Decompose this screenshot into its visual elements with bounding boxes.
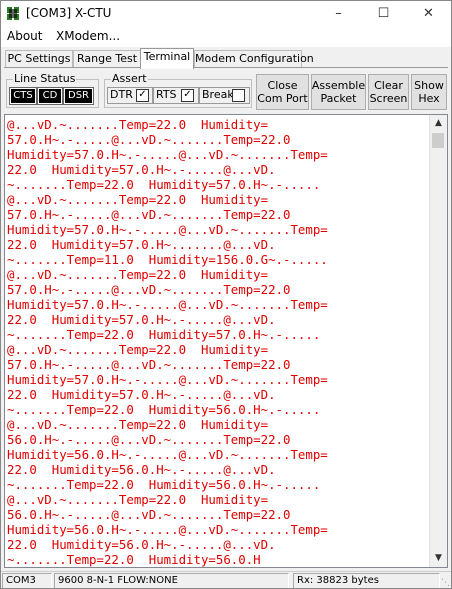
terminal-line: 56.0.H~.-.....@...vD.~.......Temp=22.0 (7, 507, 291, 522)
terminal-line: 22.0 Humidity=57.0.H~.-.....@...vD. (7, 387, 276, 402)
cts-indicator: CTS (9, 87, 37, 105)
terminal-line: 22.0 Humidity=57.0.H~.-.....@...vD. (7, 162, 276, 177)
break-checkbox[interactable] (232, 89, 245, 102)
show-hex-button[interactable]: Show Hex (411, 74, 447, 110)
maximize-button[interactable]: ☐ (361, 1, 406, 27)
assert-group: Assert DTR ✓ RTS ✓ Break (104, 72, 252, 108)
cd-indicator: CD (37, 87, 63, 105)
minimize-button[interactable]: – (316, 1, 361, 27)
tab-terminal[interactable]: Terminal (140, 48, 194, 69)
status-settings: 9600 8-N-1 FLOW:NONE (54, 573, 289, 588)
scrollbar-thumb[interactable] (432, 133, 444, 148)
line-status-title: Line Status (13, 72, 77, 85)
terminal-line: @...vD.~.......Temp=22.0 Humidity= (7, 267, 269, 282)
assemble-packet-button[interactable]: Assemble Packet (311, 74, 366, 110)
terminal-line: Humidity=57.0.H~.-.....@...vD.~.......Te… (7, 222, 328, 237)
close-com-port-button[interactable]: Close Com Port (256, 74, 309, 110)
terminal-line: 22.0 Humidity=57.0.H~.-.....@...vD. (7, 312, 276, 327)
terminal-line: ~.......Temp=11.0 Humidity=156.0.G~.-...… (7, 252, 328, 267)
scroll-down-arrow-icon[interactable]: ▼ (430, 550, 447, 567)
dtr-toggle[interactable]: DTR ✓ (107, 87, 153, 104)
clear-screen-button[interactable]: Clear Screen (368, 74, 409, 110)
terminal-line: ~.......Temp=22.0 Humidity=57.0.H~.-....… (7, 177, 321, 192)
terminal-line: ~.......Temp=22.0 Humidity=56.0.H~.-....… (7, 402, 321, 417)
rts-checkbox[interactable]: ✓ (181, 89, 194, 102)
terminal-line: ~.......Temp=22.0 Humidity=56.0.H (7, 552, 261, 567)
dsr-indicator: DSR (63, 87, 94, 105)
window-title: [COM3] X-CTU (26, 6, 112, 20)
tab-divider (4, 67, 448, 68)
rts-toggle[interactable]: RTS ✓ (153, 87, 199, 104)
terminal-line: Humidity=57.0.H~.-.....@...vD.~.......Te… (7, 372, 328, 387)
terminal-line: @...vD.~.......Temp=22.0 Humidity= (7, 117, 269, 132)
terminal-line: 57.0.H~.-.....@...vD.~.......Temp=22.0 (7, 207, 291, 222)
terminal-line: ~.......Temp=22.0 Humidity=56.0.H~.-....… (7, 477, 321, 492)
terminal-line: 57.0.H~.-.....@...vD.~.......Temp=22.0 (7, 357, 291, 372)
terminal-line: @...vD.~.......Temp=22.0 Humidity= (7, 342, 269, 357)
scroll-up-arrow-icon[interactable]: ▲ (430, 115, 447, 132)
xctu-app-icon (6, 6, 20, 21)
terminal-line: 56.0.H~.-.....@...vD.~.......Temp=22.0 (7, 432, 291, 447)
menu-xmodem[interactable]: XModem... (56, 29, 120, 43)
assert-title: Assert (111, 72, 148, 85)
tab-pc-settings[interactable]: PC Settings (5, 50, 73, 68)
break-label: Break (202, 88, 234, 101)
title-bar[interactable]: [COM3] X-CTU – ☐ ✕ (1, 1, 451, 27)
resize-grip-icon[interactable]: ⋱ (441, 578, 450, 588)
terminal-line: Humidity=57.0.H~.-.....@...vD.~.......Te… (7, 297, 328, 312)
terminal-line: Humidity=56.0.H~.-.....@...vD.~.......Te… (7, 522, 328, 537)
terminal-line: @...vD.~.......Temp=22.0 Humidity= (7, 192, 269, 207)
terminal-line: 22.0 Humidity=56.0.H~.-.....@...vD. (7, 537, 276, 552)
terminal-line: ~.......Temp=22.0 Humidity=57.0.H~.-....… (7, 327, 321, 342)
status-bar: COM3 9600 8-N-1 FLOW:NONE Rx: 38823 byte… (1, 571, 451, 588)
terminal-line: Humidity=56.0.H~.-.....@...vD.~.......Te… (7, 447, 328, 462)
status-rx-count: Rx: 38823 bytes (293, 573, 440, 588)
terminal-line: @...vD.~.......Temp=22.0 Humidity= (7, 492, 269, 507)
rts-label: RTS (156, 88, 177, 101)
terminal-line: @...vD.~.......Temp=22.0 Humidity= (7, 417, 269, 432)
close-window-button[interactable]: ✕ (406, 1, 451, 27)
terminal-line: 57.0.H~.-.....@...vD.~.......Temp=22.0 (7, 132, 291, 147)
app-window: [COM3] X-CTU – ☐ ✕ About XModem... PC Se… (0, 0, 452, 589)
line-status-group: Line Status CTS CD DSR (6, 72, 99, 108)
terminal-scrollbar[interactable]: ▲ ▼ (429, 115, 447, 567)
terminal-line: 22.0 Humidity=57.0.H~.......@...vD. (7, 237, 276, 252)
tab-range-test[interactable]: Range Test (73, 50, 141, 68)
dtr-label: DTR (110, 88, 133, 101)
terminal-output[interactable]: @...vD.~.......Temp=22.0 Humidity= 57.0.H… (4, 114, 448, 568)
tab-modem-configuration[interactable]: Modem Configuration (194, 50, 314, 68)
menu-bar: About XModem... (1, 27, 451, 47)
terminal-line: Humidity=57.0.H~.-.....@...vD.~.......Te… (7, 147, 328, 162)
terminal-line: 57.0.H~.-.....@...vD.~.......Temp=22.0 (7, 282, 291, 297)
dtr-checkbox[interactable]: ✓ (136, 89, 149, 102)
status-port: COM3 (2, 573, 52, 588)
break-toggle[interactable]: Break (199, 87, 250, 104)
terminal-text: @...vD.~.......Temp=22.0 Humidity= 57.0.H… (7, 117, 427, 567)
menu-about[interactable]: About (7, 29, 42, 43)
terminal-line: 22.0 Humidity=56.0.H~.-.....@...vD. (7, 462, 276, 477)
